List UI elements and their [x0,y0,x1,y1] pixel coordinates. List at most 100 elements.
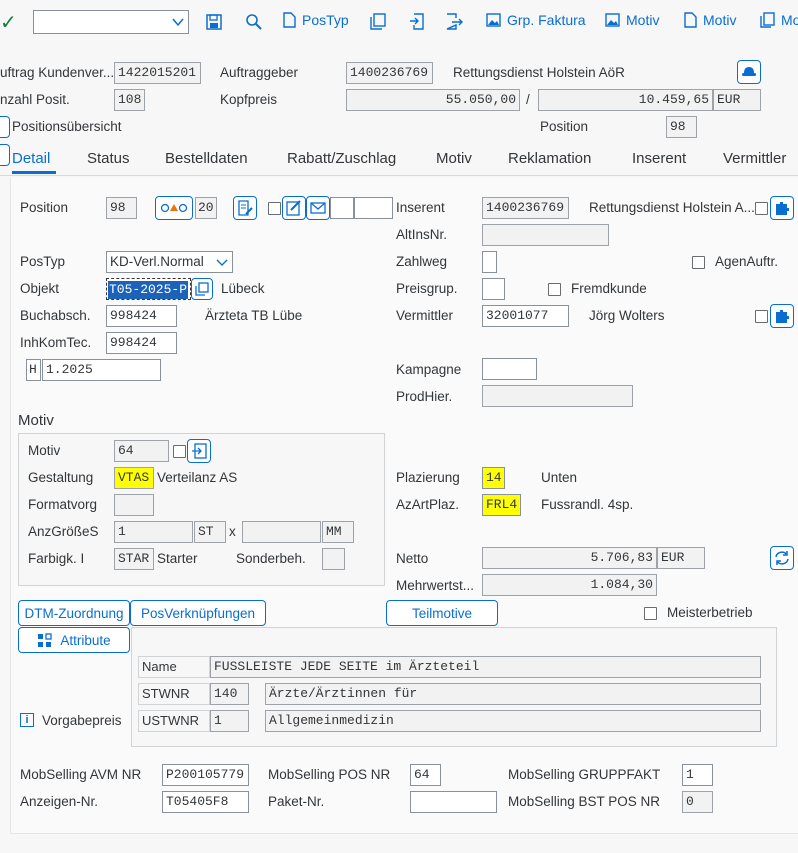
check-icon[interactable]: ✓ [0,10,17,35]
mo-button[interactable]: Mo [760,12,798,28]
avm-field[interactable]: P200105779 [162,764,249,786]
ustwnr-text-field[interactable]: Allgemeinmedizin [265,710,761,732]
tab-inserent[interactable]: Inserent [632,150,686,167]
inserent-field[interactable]: 1400236769 [482,197,569,219]
buchabsch-field[interactable]: 998424 [106,305,177,327]
gruppfakt-field[interactable]: 1 [682,764,713,786]
kopfpreis-field-2[interactable]: 10.459,65 [538,89,713,111]
sonderbeh-label: Sonderbeh. [236,551,306,566]
objekt-copy-button[interactable] [191,278,213,300]
preisgrup-field[interactable] [482,278,505,300]
meisterbetrieb-checkbox[interactable] [644,607,657,620]
position-checkbox[interactable] [268,202,281,215]
motiv-group-title: Motiv [18,412,54,429]
postyp-button[interactable]: PosTyp [283,12,349,28]
agenauftr-label: AgenAuftr. [715,254,779,269]
grp-faktura-button[interactable]: Grp. Faktura [486,12,586,28]
motiv-navigate-button[interactable] [187,439,211,463]
tab-rabatt-zuschlag[interactable]: Rabatt/Zuschlag [287,150,396,167]
stwnr-label-cell: STWNR [138,683,210,705]
export-icon[interactable] [446,13,463,30]
hat-button[interactable] [737,60,761,84]
bst-pos-nr-field[interactable]: 0 [682,791,713,813]
tab-vermittler[interactable]: Vermittler [723,150,786,167]
pos-counter-field[interactable]: 20 [195,197,217,219]
paket-nr-field[interactable] [410,791,497,813]
kopfpreis-field[interactable]: 55.050,00 [346,89,520,111]
note-button[interactable] [282,196,306,220]
gestaltung-field[interactable]: VTAS [114,467,154,489]
prodhier-field[interactable] [482,385,633,407]
anzeigen-nr-field[interactable]: T05405F8 [162,791,249,813]
halbjahr-field[interactable]: H [26,359,41,381]
netto-field[interactable]: 5.706,83 [482,547,657,569]
document-edit-button[interactable] [233,196,257,220]
currency-field[interactable]: EUR [713,89,761,111]
position-extra-field-2[interactable] [354,197,393,219]
import-icon[interactable] [409,13,425,30]
copy-icon[interactable] [370,13,386,30]
teilmotive-button[interactable]: Teilmotive [386,600,498,626]
vermittler-checkbox[interactable] [755,310,768,323]
meisterbetrieb-label: Meisterbetrieb [667,605,753,620]
refresh-button[interactable] [770,546,794,570]
tab-reklamation[interactable]: Reklamation [508,150,591,167]
netto-currency-field[interactable]: EUR [657,547,705,569]
refresh-icon [775,551,789,565]
tab-detail[interactable]: Detail [12,150,50,167]
fremdkunde-checkbox[interactable] [548,283,561,296]
motiv-checkbox[interactable] [173,445,186,458]
auftrag-field[interactable]: 1422015201 [114,62,201,84]
agenauftr-checkbox[interactable] [692,256,705,269]
position-extra-field-1[interactable] [330,197,354,219]
zahlweg-field[interactable] [482,251,497,273]
mwst-field[interactable]: 1.084,30 [482,574,657,596]
height-field[interactable] [242,521,321,543]
command-dropdown[interactable] [33,10,189,34]
postyp-select[interactable]: KD-Verl.Normal [106,251,233,273]
inhkomtec-field[interactable]: 998424 [106,332,177,354]
height-unit-field[interactable]: MM [322,521,354,543]
anzgroesse-field[interactable]: 1 [114,521,193,543]
tab-status[interactable]: Status [87,150,130,167]
save-icon[interactable] [206,14,222,30]
pos-nr-field[interactable]: 64 [410,764,441,786]
posverknuepfungen-button[interactable]: PosVerknüpfungen [130,600,266,626]
dtm-zuordnung-button[interactable]: DTM-Zuordnung [18,600,130,626]
period-field[interactable]: 1.2025 [42,359,161,381]
positionsuebersicht-button[interactable] [0,116,10,138]
auftraggeber-field[interactable]: 1400236769 [346,62,433,84]
altinsnr-field[interactable] [482,224,609,246]
tab-strip: Detail Status Bestelldaten Rabatt/Zuschl… [0,142,798,176]
motiv-doc-button[interactable]: Motiv [684,12,736,28]
anzahl-field[interactable]: 108 [114,89,145,111]
motiv-image-button[interactable]: Motiv [605,12,659,28]
position-nav-button[interactable] [155,196,193,220]
attribute-button[interactable]: Attribute [18,627,130,653]
stwnr-text-field[interactable]: Ärzte/Ärztinnen für [265,683,761,705]
farbigk-field[interactable]: STAR [114,548,154,570]
mail-button[interactable] [306,196,330,220]
name-field[interactable]: FUSSLEISTE JEDE SEITE im Ärzteteil [210,656,761,678]
anzeigen-nr-label: Anzeigen-Nr. [20,794,99,809]
inserent-checkbox[interactable] [755,202,768,215]
azartplaz-field[interactable]: FRL4 [482,494,521,516]
position-field[interactable]: 98 [106,197,137,219]
inserent-puzzle-button[interactable] [770,196,794,220]
objekt-field[interactable]: T05-2025-P [106,278,191,300]
kampagne-field[interactable] [482,358,537,380]
find-icon[interactable] [245,13,262,30]
motiv-field[interactable]: 64 [114,440,169,462]
anzgroesse-unit-field[interactable]: ST [194,521,226,543]
tab-strip-left-button[interactable] [0,144,10,166]
position-field-header[interactable]: 98 [666,116,697,138]
vermittler-field[interactable]: 32001077 [482,305,569,327]
formatvorg-field[interactable] [114,494,154,516]
tab-motiv[interactable]: Motiv [436,150,472,167]
plazierung-field[interactable]: 14 [482,467,505,489]
vermittler-puzzle-button[interactable] [770,304,794,328]
sonderbeh-field[interactable] [322,548,345,570]
ustwnr-field[interactable]: 1 [210,710,249,732]
tab-bestelldaten[interactable]: Bestelldaten [165,150,248,167]
stwnr-field[interactable]: 140 [210,683,249,705]
